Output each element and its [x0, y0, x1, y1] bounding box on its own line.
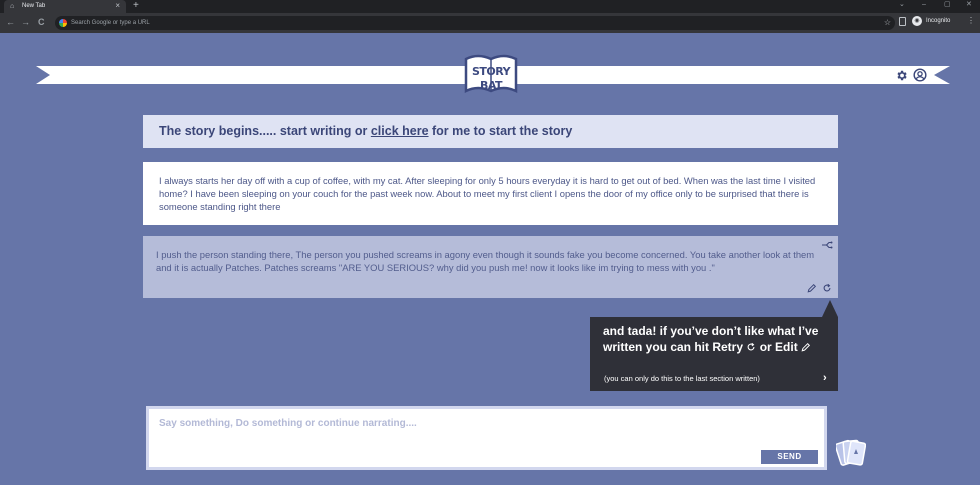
back-arrow-icon[interactable]: ←: [6, 17, 15, 28]
story-bat-logo[interactable]: STORY BAT: [462, 51, 520, 97]
maximize-button[interactable]: ▢: [944, 0, 951, 10]
onboarding-tooltip: and tada! if you’ve don’t like what I’ve…: [590, 317, 838, 391]
bookmark-star-icon[interactable]: ☆: [884, 17, 891, 28]
new-tab-button[interactable]: +: [133, 0, 139, 12]
edit-pencil-icon[interactable]: [807, 283, 817, 293]
retry-icon[interactable]: [822, 283, 832, 293]
auto-start-link[interactable]: click here: [371, 124, 429, 138]
forward-arrow-icon[interactable]: →: [21, 17, 30, 28]
close-tab-icon[interactable]: ×: [115, 1, 120, 11]
tooltip-next-chevron-icon[interactable]: ›: [823, 373, 827, 384]
tab-search-icon[interactable]: ⌄: [899, 0, 905, 10]
browser-menu-icon[interactable]: ⋮: [967, 16, 975, 26]
edit-pencil-icon: [801, 342, 811, 351]
tab-title: New Tab: [22, 3, 46, 9]
incognito-indicator[interactable]: ◉ Incognito: [912, 16, 950, 26]
gear-icon[interactable]: [895, 69, 908, 82]
tooltip-pointer: [822, 300, 838, 317]
tooltip-edit-label: Edit: [775, 339, 798, 354]
branch-icon[interactable]: [821, 240, 833, 250]
tooltip-or: or: [756, 339, 776, 354]
story-start-text: The story begins..... start writing or c…: [159, 124, 572, 139]
incognito-icon: ◉: [912, 16, 922, 26]
reload-icon[interactable]: C: [38, 17, 45, 28]
reading-list-icon[interactable]: [899, 17, 906, 26]
ai-story-section: I push the person standing there, The pe…: [143, 236, 838, 298]
browser-tab[interactable]: ⌂ New Tab ×: [4, 0, 126, 13]
tooltip-note: (you can only do this to the last sectio…: [604, 374, 760, 383]
story-start-banner: The story begins..... start writing or c…: [143, 115, 838, 148]
story-input[interactable]: [159, 418, 799, 429]
user-account-icon[interactable]: [913, 68, 927, 82]
minimize-button[interactable]: –: [922, 0, 926, 10]
ai-story-text: I push the person standing there, The pe…: [156, 249, 815, 273]
retry-icon: [748, 342, 755, 350]
logo-text: STORY BAT: [471, 65, 511, 92]
story-start-suffix: for me to start the story: [428, 124, 573, 138]
browser-toolbar: ← → C Search Google or type a URL ☆: [0, 13, 980, 33]
close-window-button[interactable]: ✕: [966, 0, 972, 10]
tooltip-retry-label: Retry: [712, 339, 744, 354]
story-start-prefix: The story begins..... start writing or: [159, 124, 371, 138]
story-composer: SEND: [146, 406, 827, 470]
incognito-label: Incognito: [926, 18, 951, 24]
user-story-text: I always starts her day off with a cup o…: [159, 175, 816, 212]
browser-tab-bar: ⌂ New Tab × + ⌄ – ▢ ✕: [0, 0, 980, 13]
address-bar-placeholder: Search Google or type a URL: [71, 20, 150, 26]
tooltip-message: and tada! if you’ve don’t like what I’ve…: [603, 324, 831, 355]
send-button[interactable]: SEND: [761, 450, 818, 464]
new-tab-icon: ⌂: [10, 3, 15, 10]
cards-deck-icon[interactable]: [836, 436, 866, 472]
user-story-section: I always starts her day off with a cup o…: [143, 162, 838, 225]
address-bar[interactable]: Search Google or type a URL ☆: [55, 16, 895, 30]
google-icon: [59, 19, 67, 27]
